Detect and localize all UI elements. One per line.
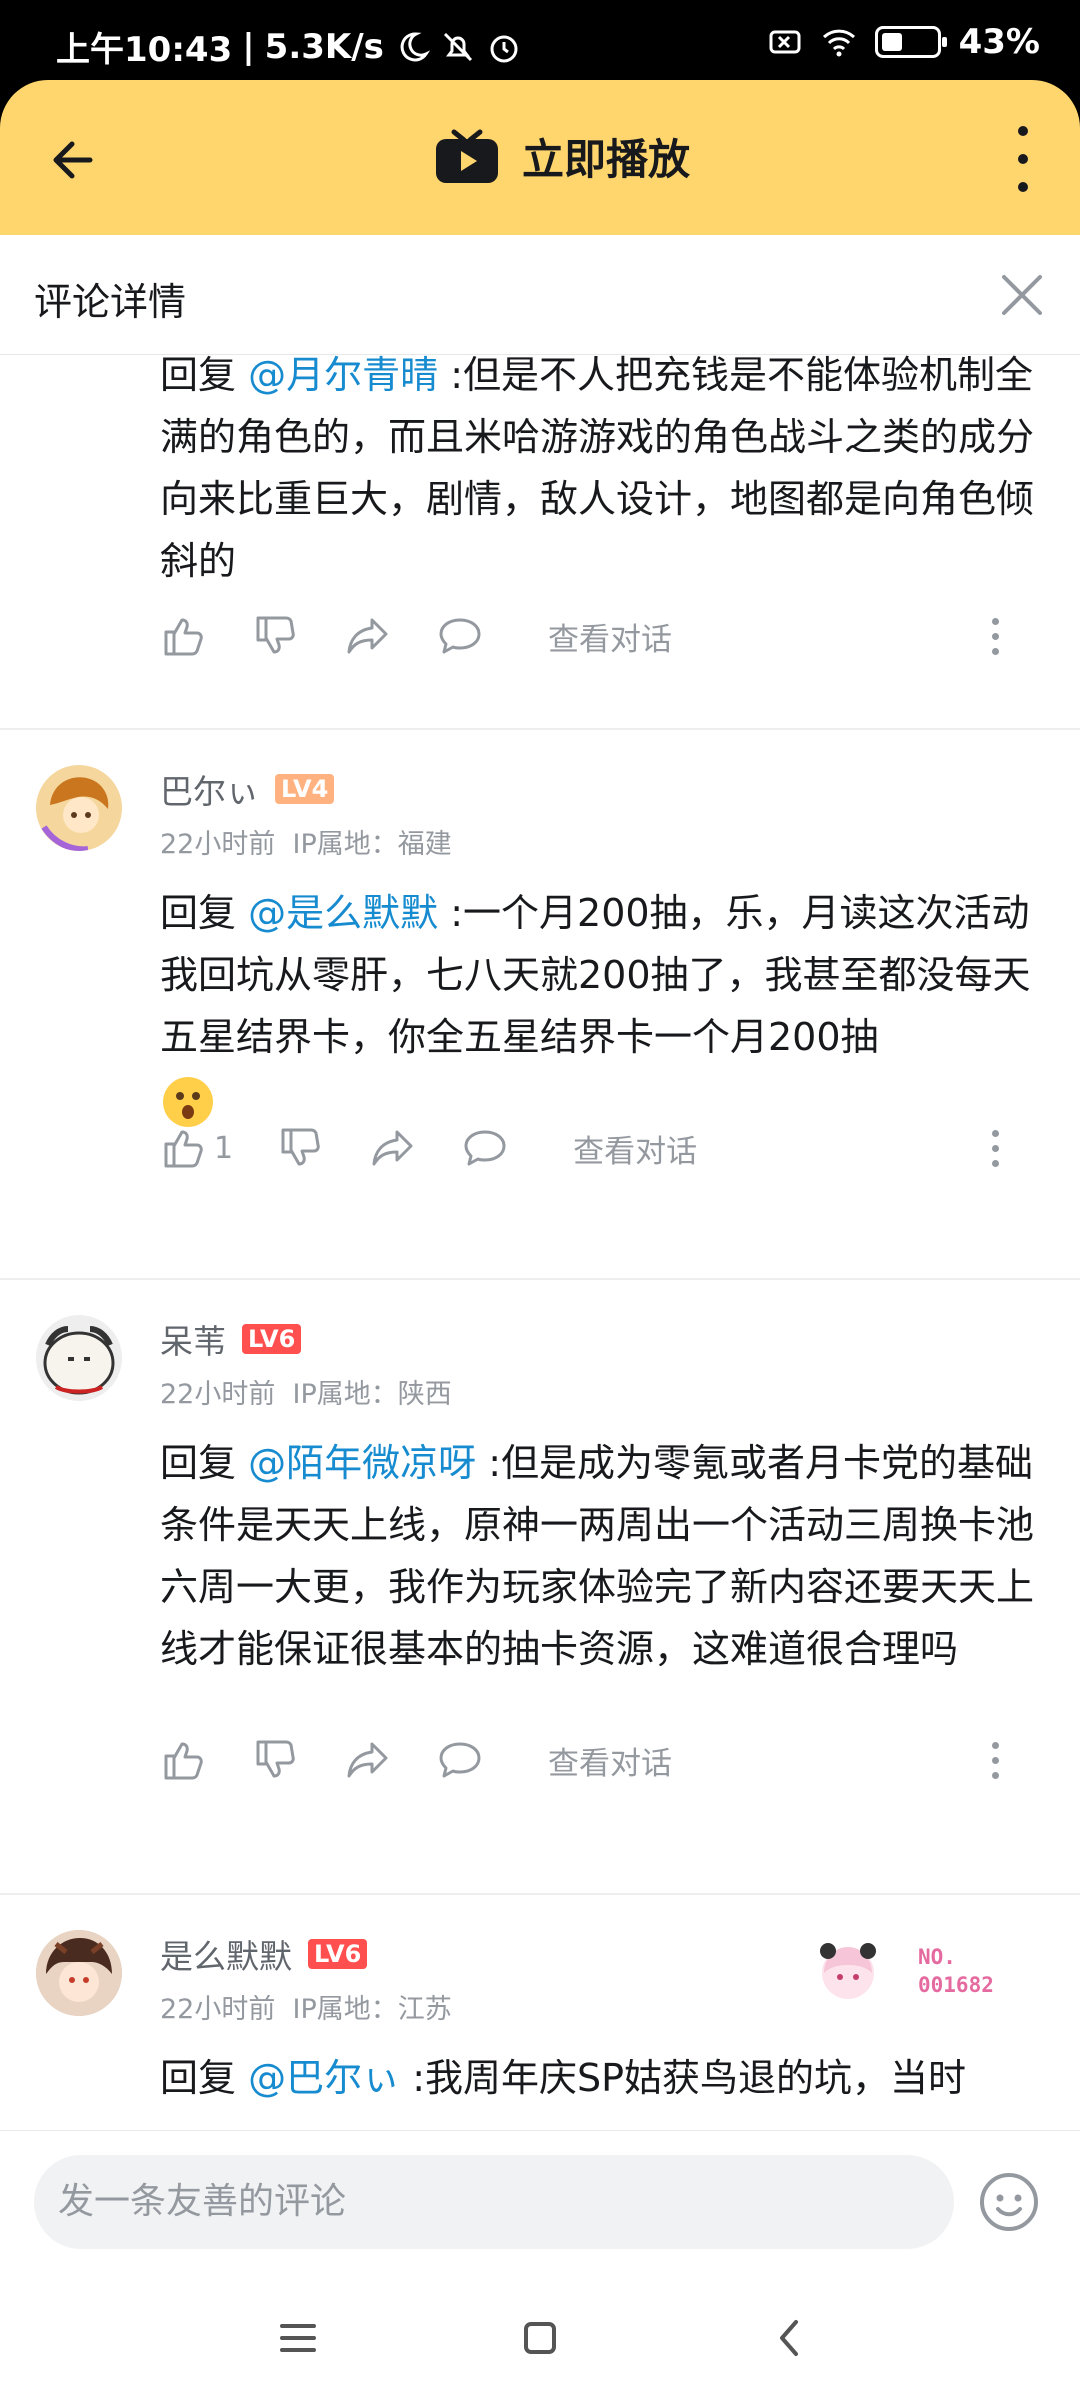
fan-badge[interactable]: NO. 001682 <box>800 1933 1010 2013</box>
thumbs-up-icon <box>164 618 203 656</box>
avatar[interactable] <box>36 1930 122 2016</box>
comment-more-icon[interactable] <box>980 1118 1010 1178</box>
ip-location: IP属地：陕西 <box>292 1379 452 1410</box>
comment-detail-title: 评论详情 <box>34 280 187 324</box>
like-button[interactable] <box>160 1736 208 1784</box>
comment-text: 回复 @月尔青晴 :但是不人把充钱是不能体验机制全满的角色的，而且米哈游游戏的角… <box>160 355 1035 583</box>
alarm-icon <box>490 35 518 62</box>
dislike-button[interactable] <box>252 612 300 660</box>
comment-text: 回复 @巴尔ぃ :我周年庆SP姑获鸟退的坑，当时 <box>160 2056 967 2100</box>
thumbs-down-icon <box>256 616 295 654</box>
thumbs-up-icon <box>164 1742 203 1780</box>
play-now-label: 立即播放 <box>522 135 691 184</box>
chat-bubble-icon <box>439 1742 481 1778</box>
comment-time: 22小时前 <box>160 1994 276 2025</box>
thumbs-down-icon <box>281 1128 320 1166</box>
thumbs-down-icon <box>256 1740 295 1778</box>
battery-percent: 43% <box>958 22 1040 62</box>
username[interactable]: 是么默默 <box>160 1930 292 1978</box>
avatar[interactable] <box>36 765 122 851</box>
comment-list[interactable]: 回复 @月尔青晴 :但是不人把充钱是不能体验机制全满的角色的，而且米哈游游戏的角… <box>0 355 1080 2130</box>
comment-actions: 查看对话 <box>160 1730 1020 1790</box>
comment-text: 回复 @陌年微凉呀 :但是成为零氪或者月卡党的基础条件是天天上线，原神一两周出一… <box>160 1441 1035 1671</box>
level-badge: LV6 <box>308 1939 368 1969</box>
like-button[interactable] <box>160 612 208 660</box>
comment-more-icon[interactable] <box>980 606 1010 666</box>
avatar-image <box>36 1315 122 1401</box>
username[interactable]: 巴尔ぃ <box>160 765 259 813</box>
mute-bell-icon <box>443 32 472 61</box>
status-bar: 上午10:43 | 5.3K/s 43% <box>0 0 1080 80</box>
comment-item: 巴尔ぃ LV4 22小时前 IP属地：福建 回复 @是么默默 :一个月200抽，… <box>0 730 1080 1280</box>
share-button[interactable] <box>344 1736 392 1784</box>
comment-actions: 查看对话 <box>160 606 1020 666</box>
like-button[interactable]: 1 <box>160 1124 233 1172</box>
like-count: 1 <box>214 1130 234 1166</box>
wifi-icon <box>822 29 855 57</box>
mention-link[interactable]: @是么默默 <box>248 891 438 935</box>
comment-time: 22小时前 <box>160 829 276 860</box>
app-header: 立即播放 <box>0 80 1080 235</box>
chat-bubble-icon <box>464 1130 506 1166</box>
share-icon <box>347 1742 388 1778</box>
menu-icon[interactable] <box>270 2310 326 2366</box>
comment-item: 回复 @月尔青晴 :但是不人把充钱是不能体验机制全满的角色的，而且米哈游游戏的角… <box>0 355 1080 730</box>
view-conversation-link[interactable]: 查看对话 <box>548 1738 672 1783</box>
reply-button[interactable] <box>436 1736 484 1784</box>
mention-link[interactable]: @月尔青晴 <box>248 355 438 397</box>
close-icon[interactable] <box>994 267 1050 323</box>
more-menu-icon[interactable] <box>1008 126 1038 192</box>
dislike-button[interactable] <box>252 1736 300 1784</box>
avatar-image <box>36 1930 122 2016</box>
tv-play-icon <box>436 129 498 183</box>
ip-location: IP属地：福建 <box>292 829 452 860</box>
comment-more-icon[interactable] <box>980 1730 1010 1790</box>
no-sim-icon <box>769 30 801 54</box>
share-icon <box>372 1130 413 1166</box>
reply-button[interactable] <box>436 612 484 660</box>
back-icon[interactable] <box>762 2310 818 2366</box>
mention-link[interactable]: @巴尔ぃ <box>248 2056 400 2100</box>
home-icon[interactable] <box>512 2310 568 2366</box>
moon-icon <box>400 31 430 61</box>
ip-location: IP属地：江苏 <box>292 1994 452 2025</box>
comment-input-bar: 发一条友善的评论 <box>0 2130 1080 2270</box>
mention-link[interactable]: @陌年微凉呀 <box>248 1441 476 1485</box>
network-speed: 5.3K/s <box>264 26 384 67</box>
level-badge: LV4 <box>275 774 335 804</box>
battery-icon <box>874 26 947 58</box>
comment-detail-bar: 评论详情 <box>0 235 1080 355</box>
level-badge: LV6 <box>242 1324 302 1354</box>
share-button[interactable] <box>369 1124 417 1172</box>
avatar-image <box>36 765 122 851</box>
share-icon <box>347 618 388 654</box>
reply-button[interactable] <box>461 1124 509 1172</box>
emoji-icon[interactable] <box>978 2171 1040 2233</box>
comment-input[interactable]: 发一条友善的评论 <box>34 2155 954 2249</box>
username[interactable]: 呆苇 <box>160 1315 226 1363</box>
comment-time: 22小时前 <box>160 1379 276 1410</box>
fan-badge-number: NO. 001682 <box>918 1945 994 1997</box>
system-nav-bar <box>0 2270 1080 2400</box>
comment-item: 是么默默 LV6 22小时前 IP属地：江苏 NO. 001682 回复 @巴尔… <box>0 1895 1080 2130</box>
comment-actions: 1 查看对话 <box>160 1118 1020 1178</box>
comment-text: 回复 @是么默默 :一个月200抽，乐，月读这次活动我回坑从零肝，七八天就200… <box>160 882 1040 1130</box>
view-conversation-link[interactable]: 查看对话 <box>548 614 672 659</box>
thumbs-up-icon <box>164 1130 203 1168</box>
dislike-button[interactable] <box>277 1124 325 1172</box>
share-button[interactable] <box>344 612 392 660</box>
avatar[interactable] <box>36 1315 122 1401</box>
play-now-button[interactable]: 立即播放 <box>434 126 690 187</box>
clock: 上午10:43 <box>56 30 233 70</box>
chat-bubble-icon <box>439 618 481 654</box>
comment-item: 呆苇 LV6 22小时前 IP属地：陕西 回复 @陌年微凉呀 :但是成为零氪或者… <box>0 1280 1080 1895</box>
back-arrow-icon[interactable] <box>44 128 108 192</box>
view-conversation-link[interactable]: 查看对话 <box>573 1126 697 1171</box>
